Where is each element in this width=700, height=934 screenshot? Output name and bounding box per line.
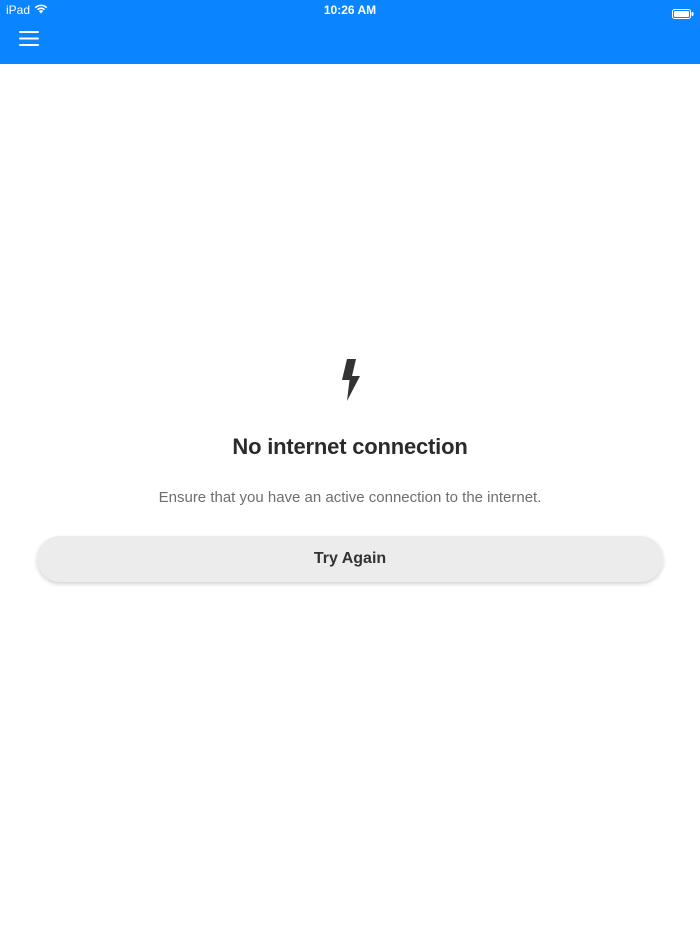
- status-time: 10:26 AM: [323, 3, 377, 17]
- error-message: Ensure that you have an active connectio…: [158, 489, 542, 506]
- error-title: No internet connection: [232, 434, 468, 459]
- hamburger-menu-icon: [19, 31, 39, 51]
- battery-icon: [672, 5, 694, 19]
- menu-button[interactable]: [12, 28, 46, 54]
- error-view: No internet connection Ensure that you h…: [0, 64, 700, 934]
- app-header: iPad 10:26 AM: [0, 0, 700, 64]
- status-bar: iPad 10:26 AM: [0, 0, 700, 20]
- lightning-bolt-icon: [334, 358, 366, 402]
- try-again-button[interactable]: Try Again: [37, 536, 663, 582]
